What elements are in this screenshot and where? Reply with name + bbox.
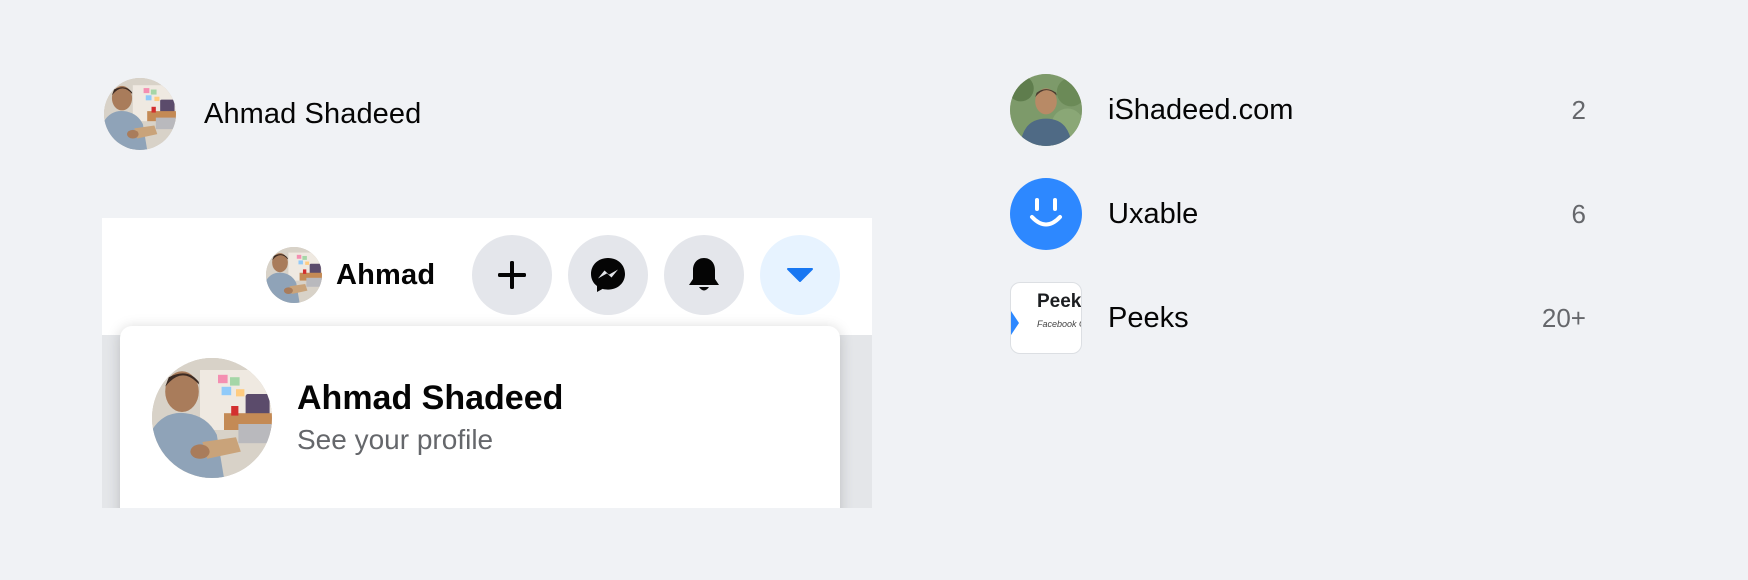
notification-count: 6 — [1571, 198, 1586, 229]
list-item-ishadeed[interactable]: iShadeed.com 2 — [1010, 74, 1586, 146]
notification-count: 20+ — [1541, 302, 1586, 333]
dropdown-profile-text: Ahmad Shadeed See your profile — [297, 378, 563, 458]
see-profile-text: See your profile — [297, 424, 494, 455]
dropdown-profile-link[interactable]: Ahmad Shadeed See your profile — [152, 358, 563, 478]
peeks-arrow-shape — [1011, 311, 1019, 335]
avatar — [152, 358, 272, 478]
account-menu-button[interactable] — [760, 235, 840, 315]
avatar — [266, 247, 322, 303]
peeks-thumbnail: Peeks Facebook G — [1010, 282, 1082, 354]
list-item-uxable[interactable]: Uxable 6 — [1010, 178, 1586, 250]
plus-icon — [498, 261, 526, 289]
header-user-name: Ahmad — [336, 258, 436, 291]
page-label: Peeks — [1108, 301, 1189, 334]
header-profile-link[interactable]: Ahmad — [266, 247, 435, 303]
pages-list: iShadeed.com 2 Uxable 6 Peeks Facebook G… — [1010, 74, 1586, 386]
avatar — [1010, 74, 1082, 146]
avatar — [104, 78, 176, 150]
page-label: iShadeed.com — [1108, 93, 1294, 126]
dropdown-user-name: Ahmad Shadeed — [297, 379, 564, 417]
uxable-logo — [1010, 178, 1082, 250]
list-item-peeks[interactable]: Peeks Facebook G Peeks 20+ — [1010, 282, 1586, 354]
profile-row[interactable]: Ahmad Shadeed — [104, 78, 421, 150]
smiley-icon — [1030, 198, 1062, 227]
create-button[interactable] — [472, 235, 552, 315]
caret-down-icon — [787, 268, 813, 282]
peeks-thumb-subtitle: Facebook G — [1037, 319, 1082, 329]
top-nav-bar: Ahmad — [102, 218, 872, 335]
messenger-button[interactable] — [568, 235, 648, 315]
page-label: Uxable — [1108, 197, 1199, 230]
bell-icon — [689, 258, 719, 291]
account-dropdown: Ahmad Shadeed See your profile — [120, 326, 840, 508]
messenger-icon — [591, 258, 625, 292]
notification-count: 2 — [1571, 94, 1586, 125]
peeks-thumb-title: Peeks — [1037, 291, 1082, 312]
notifications-button[interactable] — [664, 235, 744, 315]
header-mock: Ahmad Ahmad Shadeed See your profile — [102, 218, 872, 508]
profile-name: Ahmad Shadeed — [204, 97, 422, 130]
